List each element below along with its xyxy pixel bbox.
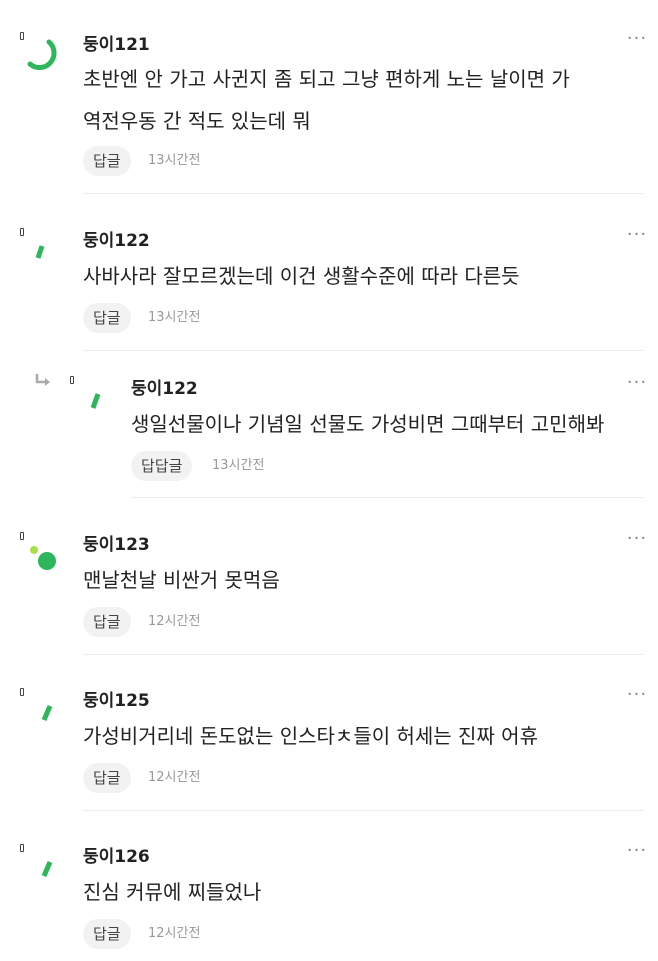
comment-timestamp: 12시간전	[148, 926, 201, 941]
comment-text-line: 초반엔 안 가고 사귄지 좀 되고 그냥 편하게 노는 날이면 가	[83, 67, 570, 91]
comment-timestamp: 13시간전	[148, 310, 201, 325]
green-stroke-icon	[41, 861, 53, 877]
green-stroke-icon	[90, 393, 101, 409]
comment-text-line: 생일선물이나 기념일 선물도 가성비면 그때부터 고민해봐	[131, 412, 605, 436]
more-dots-icon[interactable]: ···	[625, 374, 649, 392]
comment-author[interactable]: 둥이123	[83, 530, 150, 555]
more-dots-icon[interactable]: ···	[625, 30, 649, 48]
avatar[interactable]	[68, 374, 108, 414]
reply-arrow-icon	[35, 374, 50, 386]
avatar[interactable]	[18, 842, 58, 882]
reply-button[interactable]: 답글	[83, 919, 131, 949]
green-stroke-icon	[35, 245, 45, 259]
comment-author[interactable]: 둥이122	[83, 226, 150, 251]
more-dots-icon[interactable]: ···	[625, 226, 649, 244]
comment-timestamp: 12시간전	[148, 770, 201, 785]
reply-button[interactable]: 답답글	[131, 451, 193, 481]
more-dots-icon[interactable]: ···	[625, 530, 649, 548]
green-arc-icon	[27, 39, 57, 70]
avatar[interactable]	[18, 30, 58, 70]
reply-button[interactable]: 답글	[83, 763, 131, 793]
comment-text-line: 역전우동 간 적도 있는데 뭐	[83, 109, 311, 133]
comment-author[interactable]: 둥이126	[83, 842, 150, 867]
comment-author[interactable]: 둥이125	[83, 686, 150, 711]
comment-text-line: 진심 커뮤에 찌들었나	[83, 880, 262, 904]
comment-text-line: 맨날천날 비싼거 못먹음	[83, 568, 280, 592]
avatar[interactable]	[18, 530, 58, 570]
divider	[83, 350, 644, 351]
comment-timestamp: 13시간전	[148, 153, 201, 168]
comment-author[interactable]: 둥이122	[131, 374, 198, 399]
reply-button[interactable]: 답글	[83, 146, 131, 176]
avatar[interactable]	[18, 226, 58, 266]
green-dots-icon	[30, 546, 56, 570]
avatar[interactable]	[18, 686, 58, 726]
more-dots-icon[interactable]: ···	[625, 842, 649, 860]
reply-button[interactable]: 답글	[83, 607, 131, 637]
comment-text-line: 사바사라 잘모르겠는데 이건 생활수준에 따라 다른듯	[83, 264, 520, 288]
comment-author[interactable]: 둥이121	[83, 30, 150, 55]
divider	[83, 193, 644, 194]
comment-timestamp: 13시간전	[212, 458, 265, 473]
divider	[83, 810, 644, 811]
comment-timestamp: 12시간전	[148, 614, 201, 629]
divider	[83, 654, 644, 655]
divider	[131, 497, 644, 498]
comment-text-line: 가성비거리네 돈도없는 인스타ㅊ들이 허세는 진짜 어휴	[83, 724, 538, 748]
reply-button[interactable]: 답글	[83, 303, 131, 333]
more-dots-icon[interactable]: ···	[625, 686, 649, 704]
green-stroke-icon	[41, 705, 53, 721]
